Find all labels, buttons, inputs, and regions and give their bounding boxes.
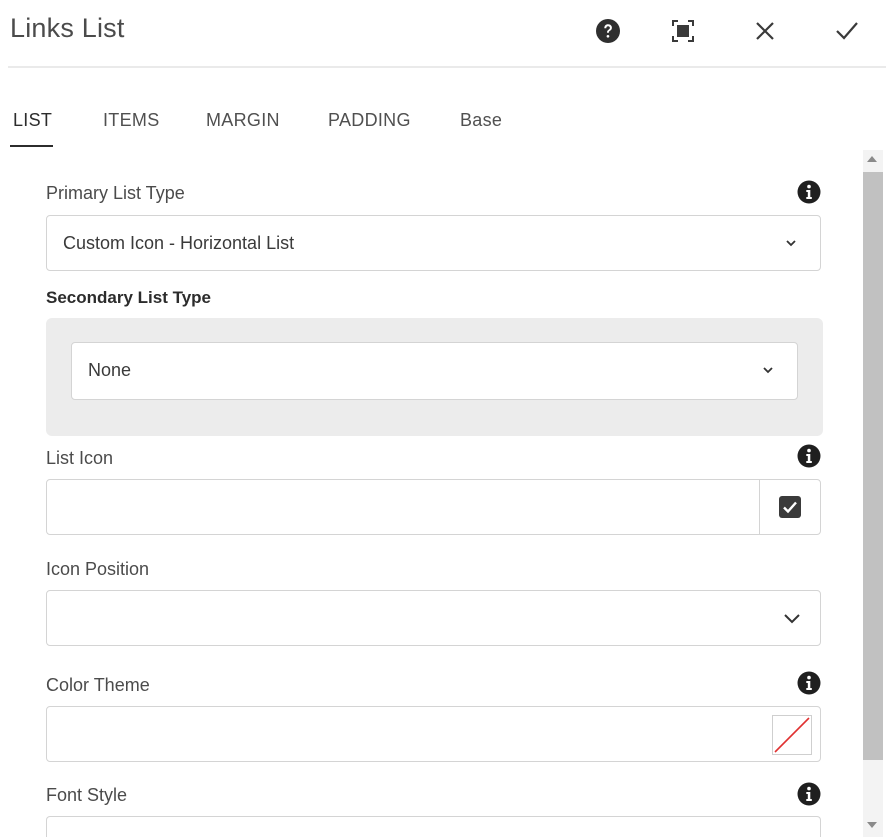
tab-bar: LIST ITEMS MARGIN PADDING Base <box>0 100 891 150</box>
icon-position-select[interactable] <box>46 590 821 646</box>
icon-position-label: Icon Position <box>46 559 150 579</box>
tab-list[interactable]: LIST <box>13 110 52 146</box>
color-swatch-button[interactable] <box>772 715 812 755</box>
help-button[interactable] <box>591 14 625 48</box>
info-icon[interactable] <box>797 671 821 695</box>
fullscreen-button[interactable] <box>666 14 700 48</box>
no-color-icon <box>774 717 810 753</box>
tab-base[interactable]: Base <box>460 110 502 146</box>
done-button[interactable] <box>830 14 864 48</box>
font-style-label: Font Style <box>46 785 128 805</box>
checkbox-checked-icon <box>779 496 801 518</box>
primary-list-type-value: Custom Icon - Horizontal List <box>63 233 295 253</box>
info-icon[interactable] <box>797 444 821 468</box>
close-button[interactable] <box>748 14 782 48</box>
secondary-list-type-panel: None <box>46 318 823 436</box>
checkmark-icon <box>836 22 858 40</box>
primary-list-type-select[interactable]: Custom Icon - Horizontal List <box>46 215 821 271</box>
font-style-select[interactable] <box>46 816 821 837</box>
list-icon-input[interactable] <box>46 479 821 535</box>
header-divider <box>8 66 886 68</box>
primary-list-type-label: Primary List Type <box>46 183 185 203</box>
tab-items[interactable]: ITEMS <box>103 110 160 146</box>
fullscreen-icon <box>672 20 694 42</box>
chevron-down-icon <box>784 614 800 624</box>
close-icon <box>756 22 774 40</box>
scroll-down-arrow[interactable] <box>867 822 877 828</box>
info-icon[interactable] <box>797 782 821 806</box>
help-icon <box>596 19 620 43</box>
dialog-title: Links List <box>10 13 125 43</box>
tab-margin[interactable]: MARGIN <box>206 110 280 146</box>
scroll-up-arrow[interactable] <box>867 156 877 162</box>
info-icon[interactable] <box>797 180 821 204</box>
chevron-down-icon <box>763 367 773 374</box>
secondary-list-type-value: None <box>88 360 132 380</box>
secondary-list-type-label: Secondary List Type <box>46 288 212 307</box>
dialog-header: Links List <box>0 0 891 66</box>
chevron-down-icon <box>786 240 796 247</box>
active-tab-indicator <box>10 145 53 147</box>
tab-padding[interactable]: PADDING <box>328 110 411 146</box>
color-theme-input[interactable] <box>46 706 821 762</box>
color-theme-label: Color Theme <box>46 675 150 695</box>
scrollbar-thumb[interactable] <box>863 172 883 760</box>
icon-picker-button[interactable] <box>759 480 820 534</box>
list-icon-label: List Icon <box>46 448 114 468</box>
secondary-list-type-select[interactable]: None <box>71 342 798 400</box>
